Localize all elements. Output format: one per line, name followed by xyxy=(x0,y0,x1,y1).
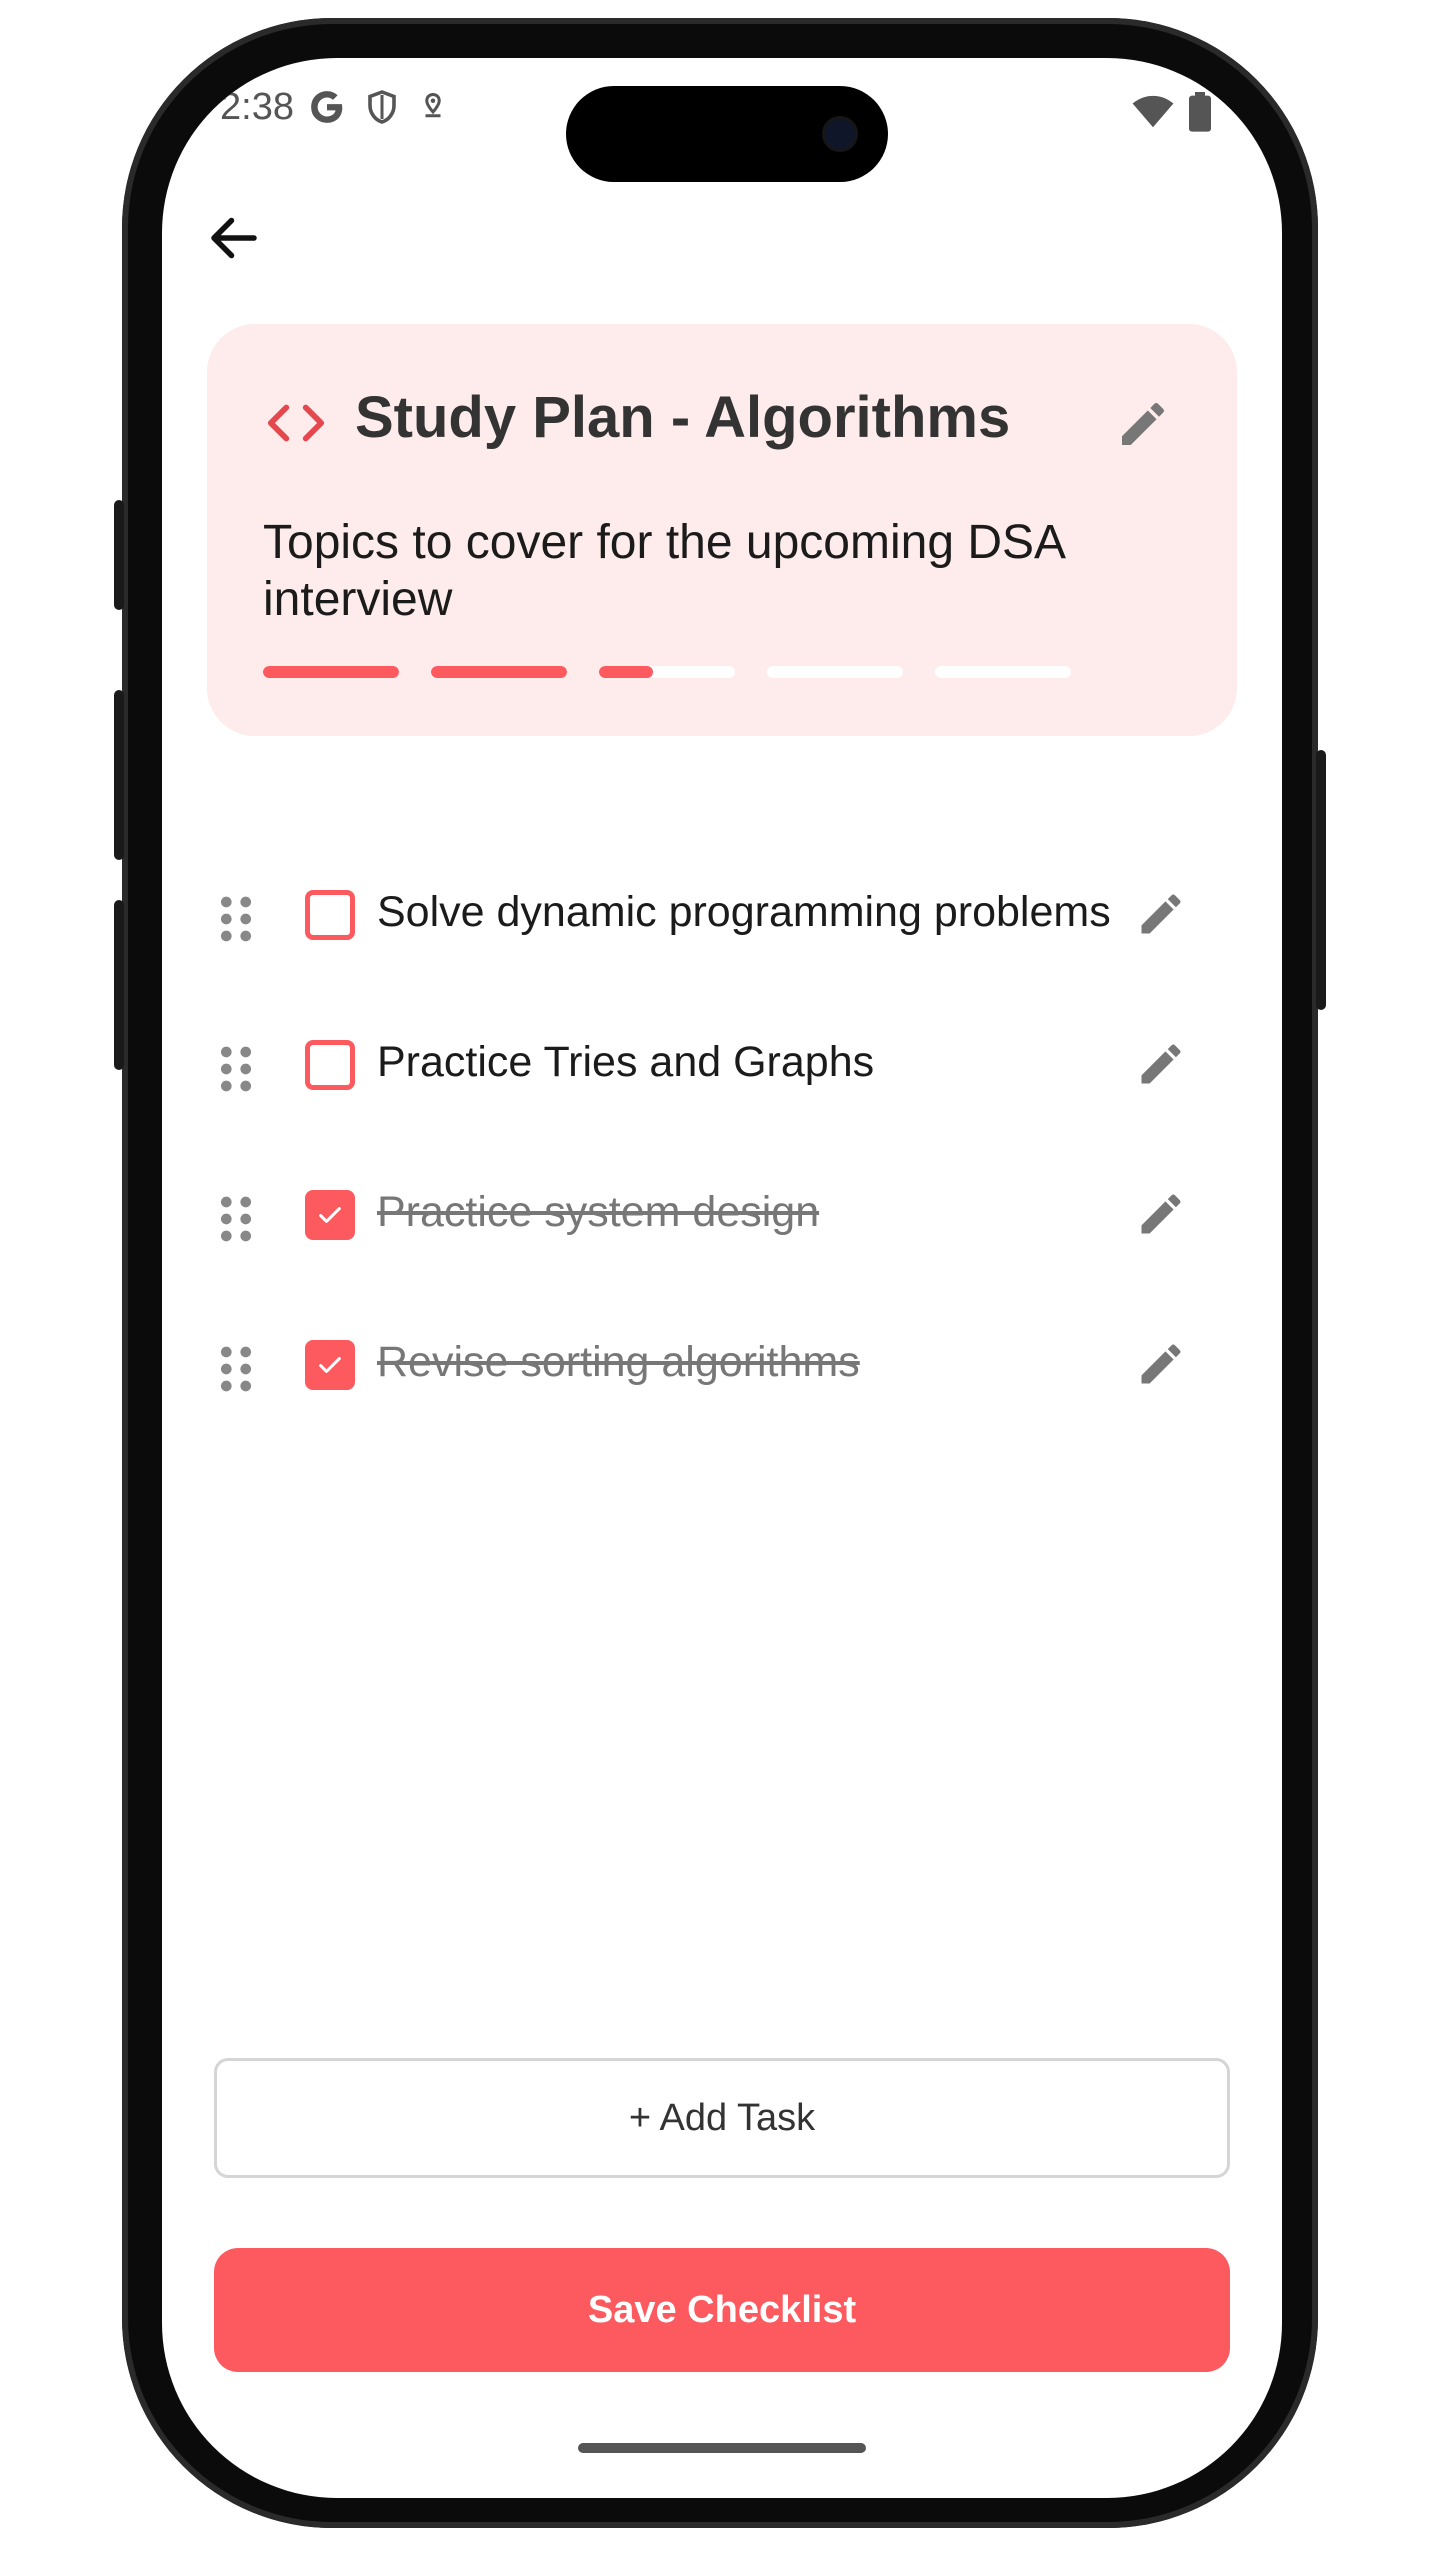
checkmark-icon xyxy=(319,1357,341,1373)
progress-segment-fill xyxy=(431,666,567,678)
progress-segment xyxy=(599,666,735,678)
task-checkbox[interactable] xyxy=(305,890,355,940)
task-checkbox[interactable] xyxy=(305,1340,355,1390)
shield-icon xyxy=(368,90,396,124)
drag-handle-icon[interactable] xyxy=(219,1044,253,1094)
task-item: Revise sorting algorithms xyxy=(207,1308,1237,1428)
front-camera xyxy=(822,116,858,152)
phone-side-button xyxy=(114,500,124,610)
google-icon xyxy=(311,91,343,123)
app-screen: 2:38 Study Plan - Algorithms Topics to c… xyxy=(162,58,1282,2498)
progress-segment xyxy=(935,666,1071,678)
drag-handle-icon[interactable] xyxy=(219,1194,253,1244)
phone-volume-down xyxy=(114,900,124,1070)
task-item: Practice Tries and Graphs xyxy=(207,1008,1237,1128)
task-label: Revise sorting algorithms xyxy=(377,1338,860,1386)
edit-title-icon[interactable] xyxy=(1115,396,1171,452)
task-checkbox[interactable] xyxy=(305,1190,355,1240)
checklist-description: Topics to cover for the upcoming DSA int… xyxy=(263,516,1064,626)
edit-task-icon[interactable] xyxy=(1135,1038,1187,1090)
progress-segment xyxy=(767,666,903,678)
add-task-button[interactable]: + Add Task xyxy=(214,2058,1230,2178)
progress-segment xyxy=(263,666,399,678)
arrow-left-icon[interactable] xyxy=(204,208,264,268)
progress-segment-fill xyxy=(599,666,654,678)
edit-task-icon[interactable] xyxy=(1135,1188,1187,1240)
task-label: Practice Tries and Graphs xyxy=(377,1038,875,1086)
checkmark-icon xyxy=(319,1207,341,1223)
drag-handle-icon[interactable] xyxy=(219,1344,253,1394)
dynamic-island xyxy=(566,86,888,182)
save-checklist-button[interactable]: Save Checklist xyxy=(214,2248,1230,2372)
status-time: 2:38 xyxy=(220,86,294,128)
task-item: Solve dynamic programming problems xyxy=(207,858,1237,978)
edit-task-icon[interactable] xyxy=(1135,1338,1187,1390)
battery-icon xyxy=(1189,92,1211,132)
phone-volume-up xyxy=(114,690,124,860)
status-icons-right xyxy=(1132,92,1212,132)
location-icon xyxy=(425,92,441,118)
task-checkbox[interactable] xyxy=(305,1040,355,1090)
progress-bar xyxy=(263,666,1071,678)
drag-handle-icon[interactable] xyxy=(219,894,253,944)
phone-power-button xyxy=(1316,750,1326,1010)
home-indicator[interactable] xyxy=(578,2443,866,2453)
code-icon xyxy=(267,404,325,442)
checklist-header-card: Study Plan - Algorithms Topics to cover … xyxy=(207,324,1237,736)
progress-segment xyxy=(431,666,567,678)
status-icons-left xyxy=(308,88,448,126)
task-label: Solve dynamic programming problems xyxy=(377,888,1111,936)
task-label: Practice system design xyxy=(377,1188,820,1236)
wifi-icon xyxy=(1132,95,1174,128)
checklist-title: Study Plan - Algorithms xyxy=(355,385,1011,450)
task-item: Practice system design xyxy=(207,1158,1237,1278)
progress-segment-fill xyxy=(263,666,399,678)
edit-task-icon[interactable] xyxy=(1135,888,1187,940)
